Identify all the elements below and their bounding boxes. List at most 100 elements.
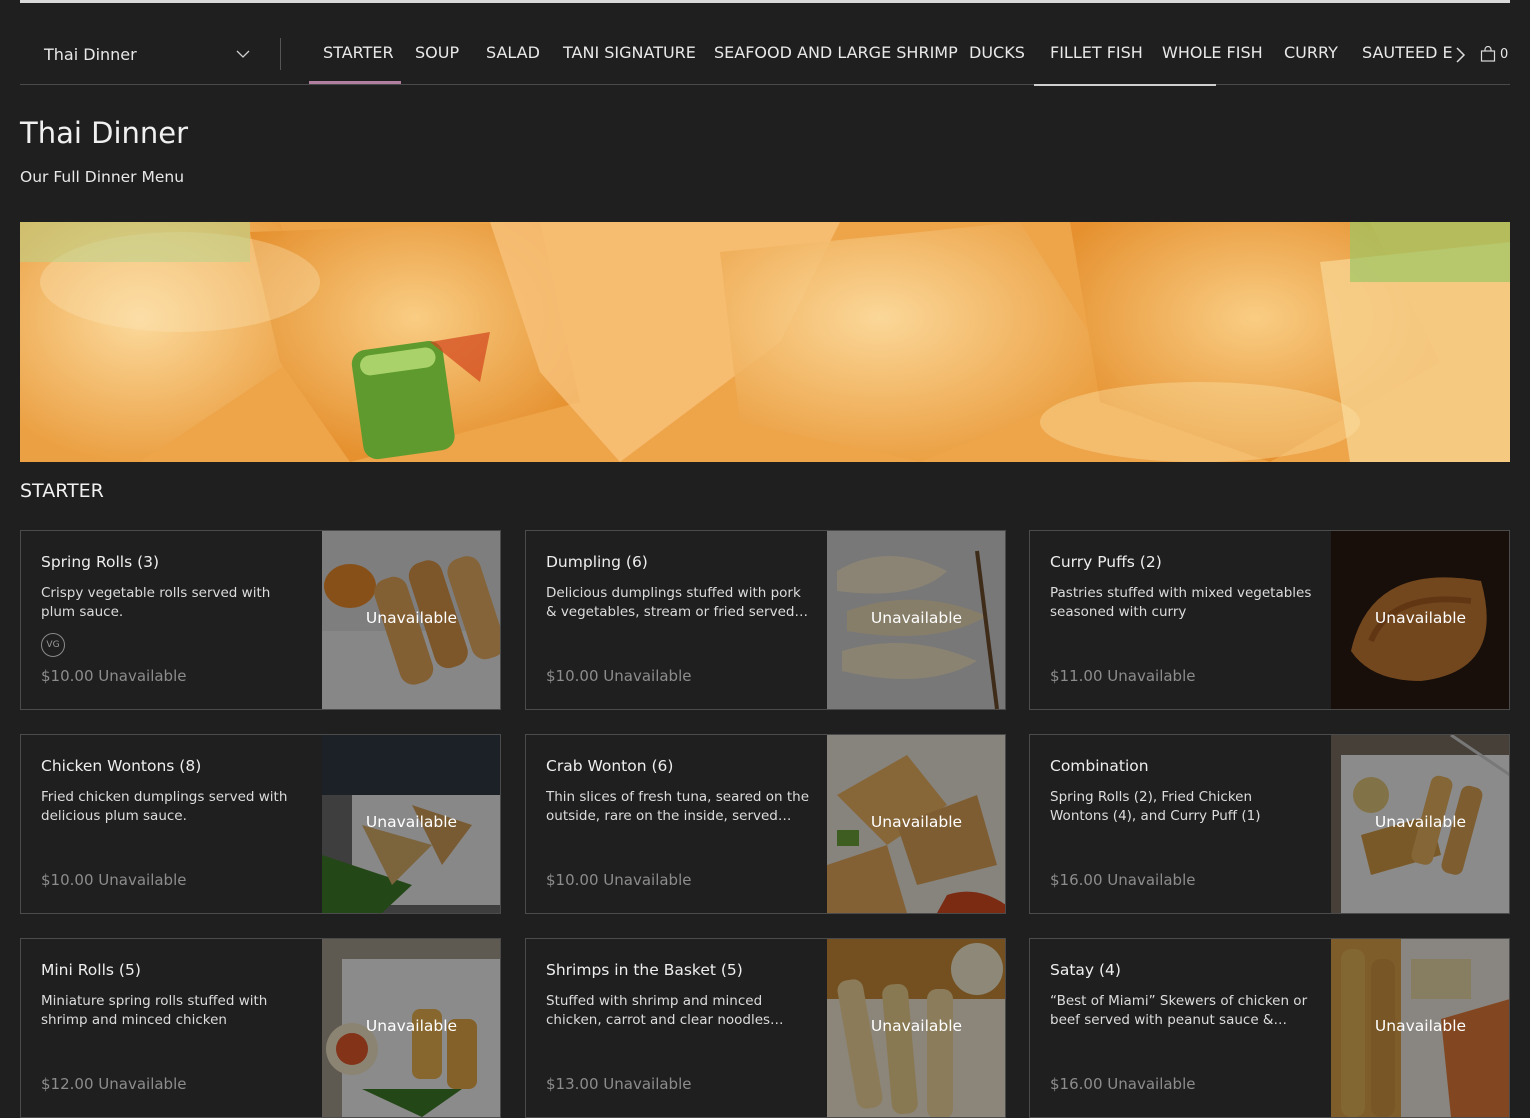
item-price-row: $12.00 Unavailable [41,1075,186,1093]
menu-item-card[interactable]: Curry Puffs (2) Pastries stuffed with mi… [1029,530,1510,710]
unavailable-overlay-label: Unavailable [1374,1017,1467,1035]
item-price: $10.00 [546,871,599,889]
page-subtitle: Our Full Dinner Menu [20,168,185,186]
item-description: Delicious dumplings stuffed with pork & … [546,585,801,620]
item-price-row: $16.00 Unavailable [1050,1075,1195,1093]
item-name: Spring Rolls (3) [41,553,160,571]
item-image: Unavailable [322,735,500,913]
item-status: Unavailable [603,871,692,889]
category-tabs: STARTER SOUP SALAD TANI SIGNATURE SEAFOO… [309,22,1455,85]
menu-item-card[interactable]: Shrimps in the Basket (5) Stuffed with s… [525,938,1006,1118]
cart-button[interactable]: 0 [1480,43,1508,65]
item-status: Unavailable [98,871,187,889]
item-name: Curry Puffs (2) [1050,553,1162,571]
menu-selector-dropdown[interactable]: Thai Dinner [20,38,280,70]
item-price: $10.00 [546,667,599,685]
item-name: Dumpling (6) [546,553,648,571]
tab-soup[interactable]: SOUP [415,43,459,62]
page-title: Thai Dinner [20,116,189,150]
item-description: Stuffed with shrimp and minced chicken, … [546,993,784,1028]
shopping-bag-icon [1480,46,1496,62]
item-description: Miniature spring rolls stuffed with shri… [41,993,268,1028]
chevron-down-icon [236,50,250,58]
item-description: Thin slices of fresh tuna, seared on the… [546,789,810,824]
item-status: Unavailable [603,1075,692,1093]
unavailable-overlay-label: Unavailable [1374,609,1467,627]
unavailable-overlay-label: Unavailable [365,609,458,627]
item-image: Unavailable [1331,735,1509,913]
menu-item-card[interactable]: Mini Rolls (5) Miniature spring rolls st… [20,938,501,1118]
item-image: Unavailable [1331,531,1509,709]
item-price: $16.00 [1050,871,1103,889]
tab-seafood-and-large-shrimp[interactable]: SEAFOOD AND LARGE SHRIMP [714,43,958,62]
item-price: $13.00 [546,1075,599,1093]
section-title: STARTER [20,480,104,502]
item-name: Combination [1050,757,1149,775]
item-status: Unavailable [1107,871,1196,889]
item-image: Unavailable [827,939,1005,1117]
vegan-badge: VG [41,633,65,657]
nav-divider [280,38,281,70]
item-name: Mini Rolls (5) [41,961,141,979]
item-description: Spring Rolls (2), Fried Chicken Wontons … [1050,789,1261,824]
menu-item-card[interactable]: Satay (4) “Best of Miami” Skewers of chi… [1029,938,1510,1118]
item-price-row: $11.00 Unavailable [1050,667,1195,685]
item-status: Unavailable [98,667,187,685]
item-status: Unavailable [98,1075,187,1093]
item-status: Unavailable [1107,667,1196,685]
item-price: $12.00 [41,1075,94,1093]
tab-starter[interactable]: STARTER [323,43,394,62]
menu-navbar: Thai Dinner STARTER SOUP SALAD TANI SIGN… [20,22,1510,86]
item-description: “Best of Miami” Skewers of chicken or be… [1050,993,1308,1028]
item-price-row: $10.00 Unavailable [546,871,691,889]
active-tab-indicator [309,81,401,84]
tab-fillet-fish[interactable]: FILLET FISH [1050,43,1143,62]
item-price: $11.00 [1050,667,1103,685]
chevron-right-icon[interactable] [1450,45,1470,65]
unavailable-overlay-label: Unavailable [870,609,963,627]
item-status: Unavailable [603,667,692,685]
item-image: Unavailable [827,531,1005,709]
item-status: Unavailable [1107,1075,1196,1093]
hero-banner-image [20,222,1510,462]
item-description: Fried chicken dumplings served with deli… [41,789,288,824]
menu-item-card[interactable]: Spring Rolls (3) Crispy vegetable rolls … [20,530,501,710]
tab-tani-signature[interactable]: TANI SIGNATURE [563,43,696,62]
item-description: Pastries stuffed with mixed vegetables s… [1050,585,1312,620]
item-price: $10.00 [41,871,94,889]
unavailable-overlay-label: Unavailable [365,813,458,831]
tab-whole-fish[interactable]: WHOLE FISH [1162,43,1263,62]
menu-item-card[interactable]: Crab Wonton (6) Thin slices of fresh tun… [525,734,1006,914]
item-description: Crispy vegetable rolls served with plum … [41,585,271,620]
tab-ducks[interactable]: DUCKS [969,43,1025,62]
item-price-row: $10.00 Unavailable [41,667,186,685]
item-name: Satay (4) [1050,961,1121,979]
menu-item-card[interactable]: Dumpling (6) Delicious dumplings stuffed… [525,530,1006,710]
unavailable-overlay-label: Unavailable [870,813,963,831]
item-image: Unavailable [322,531,500,709]
menu-item-card[interactable]: Chicken Wontons (8) Fried chicken dumpli… [20,734,501,914]
item-price-row: $16.00 Unavailable [1050,871,1195,889]
item-name: Chicken Wontons (8) [41,757,202,775]
item-price-row: $13.00 Unavailable [546,1075,691,1093]
item-image: Unavailable [1331,939,1509,1117]
item-image: Unavailable [322,939,500,1117]
tabs-scroll-indicator [1034,84,1216,86]
menu-item-card[interactable]: Combination Spring Rolls (2), Fried Chic… [1029,734,1510,914]
item-price-row: $10.00 Unavailable [41,871,186,889]
item-image: Unavailable [827,735,1005,913]
unavailable-overlay-label: Unavailable [365,1017,458,1035]
unavailable-overlay-label: Unavailable [870,1017,963,1035]
item-name: Shrimps in the Basket (5) [546,961,743,979]
top-strip [20,0,1510,3]
item-price-row: $10.00 Unavailable [546,667,691,685]
tab-salad[interactable]: SALAD [486,43,540,62]
cart-count: 0 [1500,46,1509,62]
item-price: $16.00 [1050,1075,1103,1093]
unavailable-overlay-label: Unavailable [1374,813,1467,831]
tab-curry[interactable]: CURRY [1284,43,1338,62]
item-name: Crab Wonton (6) [546,757,674,775]
item-price: $10.00 [41,667,94,685]
menu-selector-label: Thai Dinner [44,44,137,64]
tab-sauteed[interactable]: SAUTEED E [1362,43,1453,62]
